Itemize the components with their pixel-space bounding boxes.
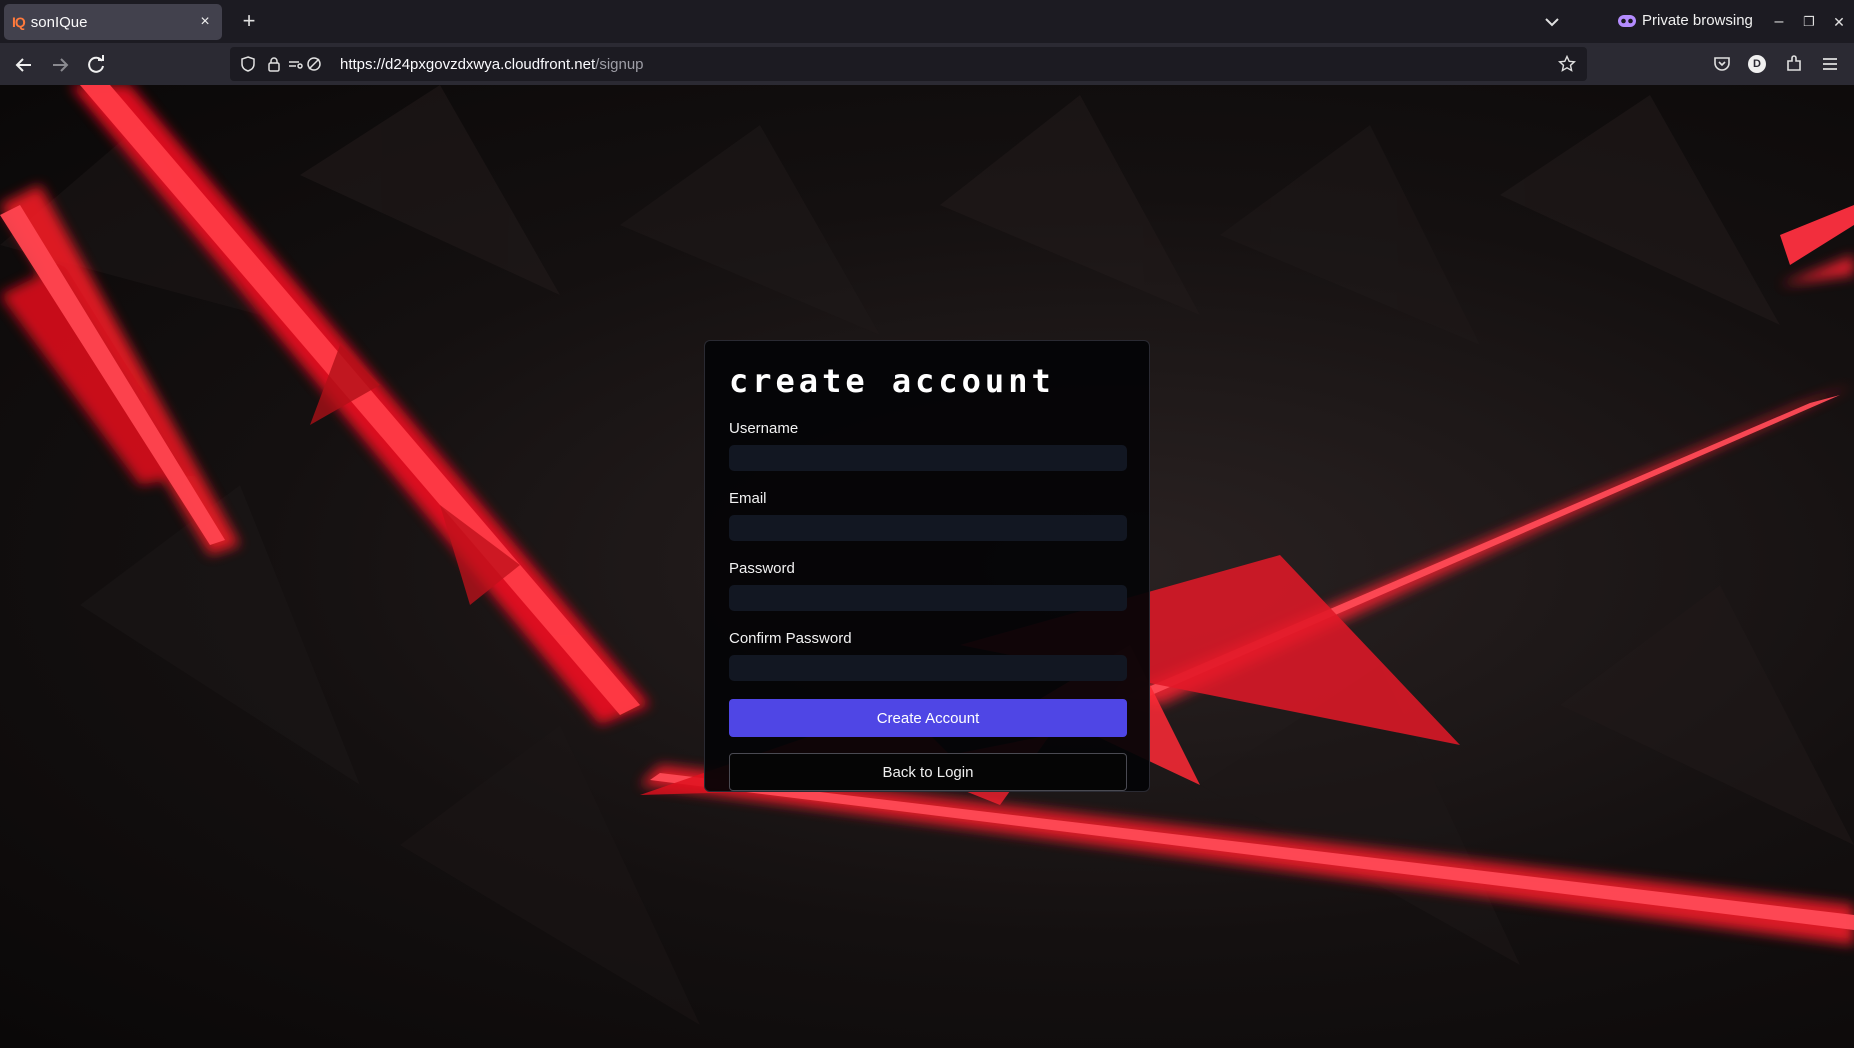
account-avatar-icon[interactable]: D xyxy=(1748,55,1766,73)
url-text[interactable]: https://d24pxgovzdxwya.cloudfront.net/si… xyxy=(340,56,644,73)
minimize-icon[interactable]: – xyxy=(1768,11,1790,33)
private-browsing-indicator: Private browsing xyxy=(1618,12,1753,29)
navigation-toolbar: https://d24pxgovzdxwya.cloudfront.net/si… xyxy=(0,43,1854,85)
new-tab-button[interactable]: + xyxy=(236,8,262,34)
confirm-password-label: Confirm Password xyxy=(729,630,852,647)
restore-icon[interactable]: ❐ xyxy=(1798,11,1820,33)
reload-icon[interactable] xyxy=(83,52,109,78)
signup-page: create account Username Email Password C… xyxy=(0,85,1854,1048)
confirm-password-input[interactable] xyxy=(729,655,1127,681)
password-label: Password xyxy=(729,560,795,577)
lock-icon[interactable] xyxy=(266,56,282,72)
permissions-icon[interactable] xyxy=(288,56,304,72)
back-icon[interactable] xyxy=(11,52,37,78)
forward-icon[interactable] xyxy=(47,52,73,78)
private-mask-icon xyxy=(1618,14,1636,27)
tab-title: sonIQue xyxy=(30,13,88,31)
back-to-login-button[interactable]: Back to Login xyxy=(729,753,1127,791)
list-all-tabs-icon[interactable] xyxy=(1540,10,1564,34)
bookmark-star-icon[interactable] xyxy=(1558,55,1576,73)
tab-close-icon[interactable]: × xyxy=(196,13,214,31)
username-input[interactable] xyxy=(729,445,1127,471)
username-label: Username xyxy=(729,420,799,437)
window-close-icon[interactable]: ✕ xyxy=(1828,11,1850,33)
address-bar[interactable]: https://d24pxgovzdxwya.cloudfront.net/si… xyxy=(230,47,1587,81)
tracking-protection-icon[interactable] xyxy=(306,56,322,72)
url-path: /signup xyxy=(595,56,644,73)
email-label: Email xyxy=(729,490,767,507)
site-favicon-icon: IQ xyxy=(12,14,26,30)
create-account-button[interactable]: Create Account xyxy=(729,699,1127,737)
url-host: https://d24pxgovzdxwya.cloudfront.net xyxy=(340,56,596,73)
password-input[interactable] xyxy=(729,585,1127,611)
extensions-icon[interactable] xyxy=(1784,54,1804,74)
pocket-icon[interactable] xyxy=(1712,54,1732,74)
shield-icon[interactable] xyxy=(240,56,256,72)
active-tab[interactable]: IQ sonIQue × xyxy=(4,4,222,40)
private-browsing-label: Private browsing xyxy=(1642,12,1753,29)
form-title: create account xyxy=(729,362,1055,400)
menu-icon[interactable] xyxy=(1820,54,1840,74)
email-input[interactable] xyxy=(729,515,1127,541)
tab-strip: IQ sonIQue × + Private browsing – ❐ ✕ xyxy=(0,0,1854,43)
create-account-form: create account Username Email Password C… xyxy=(704,340,1150,792)
